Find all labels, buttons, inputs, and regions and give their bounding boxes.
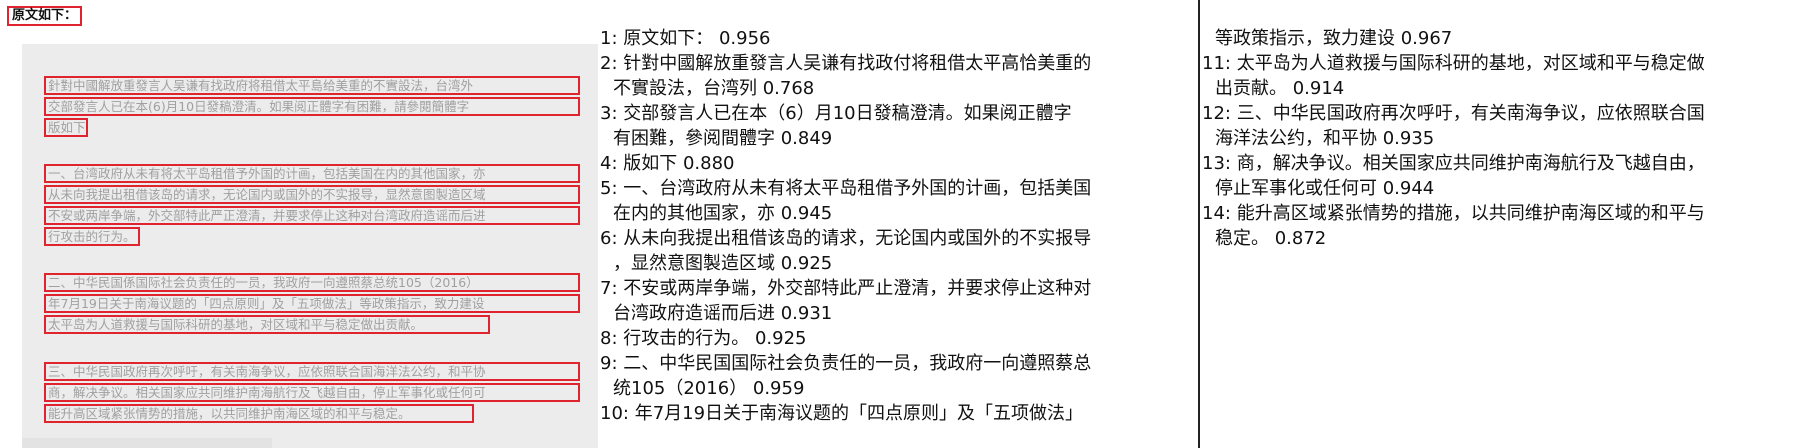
result-line-continued: 海洋法公约，和平协 0.935: [1215, 128, 1435, 149]
result-line: 1: 原文如下： 0.956: [600, 28, 771, 49]
ocr-box-line: 年7月19日关于南海议题的「四点原则」及「五项做法」等政策指示，致力建设: [44, 294, 580, 313]
ocr-box-line: 針對中國解放重發言人吴谦有找政府将租借太平島给美重的不實設法，台湾外: [44, 76, 580, 95]
ocr-box-line: 二、中华民国係国际社会负责任的一员，我政府一向遵照蔡总统105（2016）: [44, 273, 580, 292]
result-line: 3: 交部發言人已在本（6）月10日發稿澄清。如果阅正體字: [600, 103, 1072, 124]
result-line-continued: 稳定。 0.872: [1215, 228, 1327, 249]
ocr-box-line: 能升高区域紧张情势的措施，以共同维护南海区域的和平与稳定。: [44, 404, 474, 423]
ocr-results-column-1: 1: 原文如下： 0.956 2: 针對中國解放重發言人吴谦有找政付将租借太平高…: [600, 26, 1148, 426]
result-line-continued: 统105（2016） 0.959: [613, 378, 805, 399]
result-line: 14: 能升高区域紧张情势的措施，以共同维护南海区域的和平与: [1202, 203, 1705, 224]
ocr-box-line: 三、中华民国政府再次呼吁，有关南海争议，应依照联合国海洋法公约，和平协: [44, 362, 580, 381]
result-line: 12: 三、中华民国政府再次呼吁，有关南海争议，应依照联合国: [1202, 103, 1705, 124]
result-line-continued: 出贡献。 0.914: [1215, 78, 1345, 99]
column-divider: [1198, 0, 1200, 448]
ocr-box-line: 不安或两岸争端，外交部特此严正澄清，并要求停止这种对台湾政府造谣而后进: [44, 206, 580, 225]
result-line: 4: 版如下 0.880: [600, 153, 735, 174]
result-line-continued: 停止军事化或任何可 0.944: [1215, 178, 1435, 199]
result-line-continued: 有困難，參阅間體字 0.849: [613, 128, 833, 149]
ocr-box-line: 太平岛为人道救援与国际科研的基地，对区域和平与稳定做出贡献。: [44, 315, 490, 334]
result-line: 7: 不安或两岸争端，外交部特此严止澄清，并要求停止这种对: [600, 278, 1092, 299]
ocr-box-line: 从未向我提出租借该岛的请求，无论国内或国外的不实报导，显然意图製造区域: [44, 185, 580, 204]
result-line-continued: 台湾政府造谣而后进 0.931: [613, 303, 833, 324]
ocr-box-line: 商，解决争议。相关国家应共同维护南海航行及飞越自由，停止军事化或任何可: [44, 383, 580, 402]
page-edge: [22, 438, 272, 448]
ocr-box-line: 一、台湾政府从未有将太平岛租借予外国的计画，包括美国在内的其他国家，亦: [44, 164, 580, 183]
result-line-continued: 在内的其他国家，亦 0.945: [613, 203, 833, 224]
result-line-continued: 不實設法，台湾列 0.768: [613, 78, 815, 99]
result-line: 11: 太平岛为人道救援与国际科研的基地，对区域和平与稳定做: [1202, 53, 1705, 74]
result-line: 5: 一、台湾政府从未有将太平岛租借予外国的计画，包括美国: [600, 178, 1092, 199]
result-line: 6: 从未向我提出租借该岛的请求，无论国内或国外的不实报导: [600, 228, 1092, 249]
source-image-panel: 原文如下： 針對中國解放重發言人吴谦有找政府将租借太平島给美重的不實設法，台湾外…: [0, 0, 598, 448]
result-line-continued: 等政策指示，致力建设 0.967: [1215, 28, 1453, 49]
result-line: 2: 针對中國解放重發言人吴谦有找政付将租借太平高恰美重的: [600, 53, 1092, 74]
ocr-box-line: 版如下: [44, 118, 88, 137]
ocr-results-column-2: 等政策指示，致力建设 0.967 11: 太平岛为人道救援与国际科研的基地，对区…: [1202, 26, 1764, 251]
ocr-box-line: 交部發言人已在本(6)月10日發稿澄清。如果阅正體字有困難，請參閱簡體字: [44, 97, 580, 116]
result-line: 10: 年7月19日关于南海议题的「四点原则」及「五项做法」: [600, 403, 1084, 424]
ocr-header-box: 原文如下：: [7, 6, 83, 26]
result-line: 13: 商，解决争议。相关国家应共同维护南海航行及飞越自由，: [1202, 153, 1705, 174]
result-line-continued: ，显然意图製造区域 0.925: [613, 253, 833, 274]
result-line: 9: 二、中华民国国际社会负责任的一员，我政府一向遵照蔡总: [600, 353, 1092, 374]
ocr-box-line: 行攻击的行为。: [44, 227, 140, 246]
result-line: 8: 行攻击的行为。 0.925: [600, 328, 807, 349]
